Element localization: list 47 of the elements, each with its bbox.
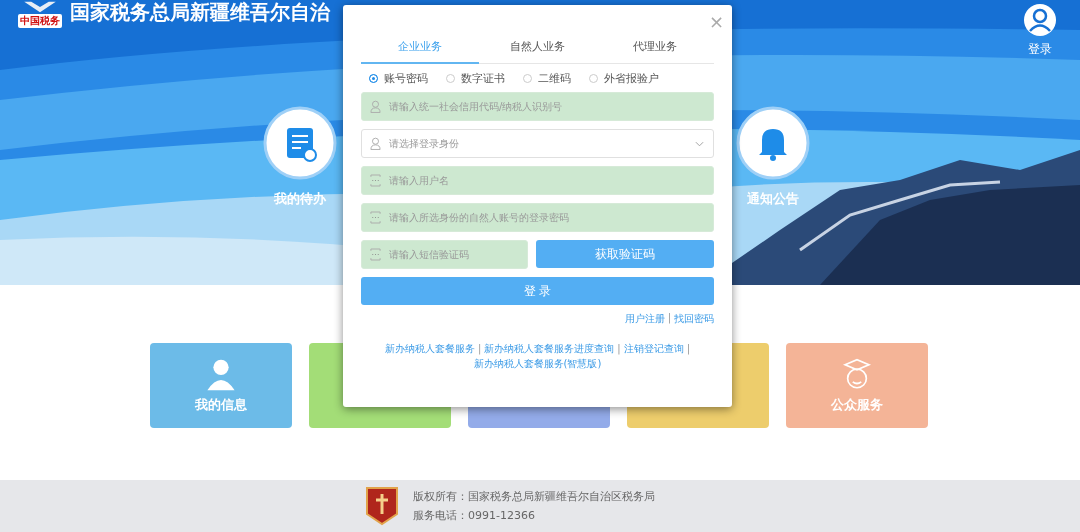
login-button[interactable]: 登 录 bbox=[361, 277, 714, 305]
tab[interactable]: 企业业务 bbox=[361, 35, 479, 64]
badge-icon bbox=[365, 486, 399, 526]
document-icon[interactable] bbox=[263, 106, 337, 180]
user-icon[interactable] bbox=[1022, 2, 1058, 38]
input-field[interactable]: 请输入用户名 bbox=[361, 166, 714, 195]
separator: | bbox=[667, 312, 671, 326]
account-link[interactable]: 用户注册 bbox=[624, 312, 665, 326]
service-link[interactable]: 注销登记查询 bbox=[623, 341, 684, 356]
service-link[interactable]: 新办纳税人套餐服务(智慧版) bbox=[473, 356, 602, 371]
password-icon bbox=[370, 174, 381, 187]
separator: | bbox=[477, 342, 482, 356]
separator: | bbox=[617, 342, 621, 356]
login-link[interactable]: 登录 bbox=[1028, 41, 1052, 58]
radio-button[interactable] bbox=[446, 74, 455, 83]
service-card[interactable]: 公众服务 bbox=[786, 343, 928, 428]
close-button[interactable]: × bbox=[708, 13, 724, 31]
radio-label[interactable]: 二维码 bbox=[538, 71, 571, 86]
password-icon bbox=[370, 211, 381, 224]
card-label: 公众服务 bbox=[831, 395, 883, 414]
bell-icon[interactable] bbox=[736, 106, 810, 180]
tab[interactable]: 自然人业务 bbox=[478, 35, 597, 64]
service-link[interactable]: 新办纳税人套餐服务 bbox=[384, 341, 475, 356]
get-code-button[interactable]: 获取验证码 bbox=[535, 240, 714, 268]
radio-label[interactable]: 账号密码 bbox=[384, 71, 428, 86]
password-icon bbox=[370, 248, 381, 261]
radio-button[interactable] bbox=[523, 74, 532, 83]
chevron-down-icon bbox=[695, 141, 704, 147]
radio-label[interactable]: 数字证书 bbox=[461, 71, 505, 86]
radio-button[interactable] bbox=[369, 74, 378, 83]
separator: | bbox=[686, 342, 691, 356]
user-icon bbox=[370, 137, 381, 150]
select-field[interactable]: 请选择登录身份 bbox=[361, 129, 714, 158]
copyright-text: 版权所有：国家税务总局新疆维吾尔自治区税务局 bbox=[413, 489, 655, 504]
input-field[interactable]: 请输入短信验证码 bbox=[361, 240, 528, 269]
radio-label[interactable]: 外省报验户 bbox=[604, 71, 659, 86]
logo-text: 中国税务 bbox=[18, 14, 62, 28]
input-field[interactable]: 请输入所选身份的自然人账号的登录密码 bbox=[361, 203, 714, 232]
site-title: 国家税务总局新疆维吾尔自治 bbox=[70, 0, 330, 24]
user-icon bbox=[370, 100, 381, 113]
radio-button[interactable] bbox=[589, 74, 598, 83]
card-label: 我的信息 bbox=[195, 395, 247, 414]
account-link[interactable]: 找回密码 bbox=[674, 312, 714, 326]
service-link[interactable]: 新办纳税人套餐服务进度查询 bbox=[484, 341, 615, 356]
tab[interactable]: 代理业务 bbox=[596, 35, 714, 64]
service-card[interactable]: 我的信息 bbox=[150, 343, 292, 428]
phone-text: 服务电话：0991-12366 bbox=[413, 508, 536, 523]
